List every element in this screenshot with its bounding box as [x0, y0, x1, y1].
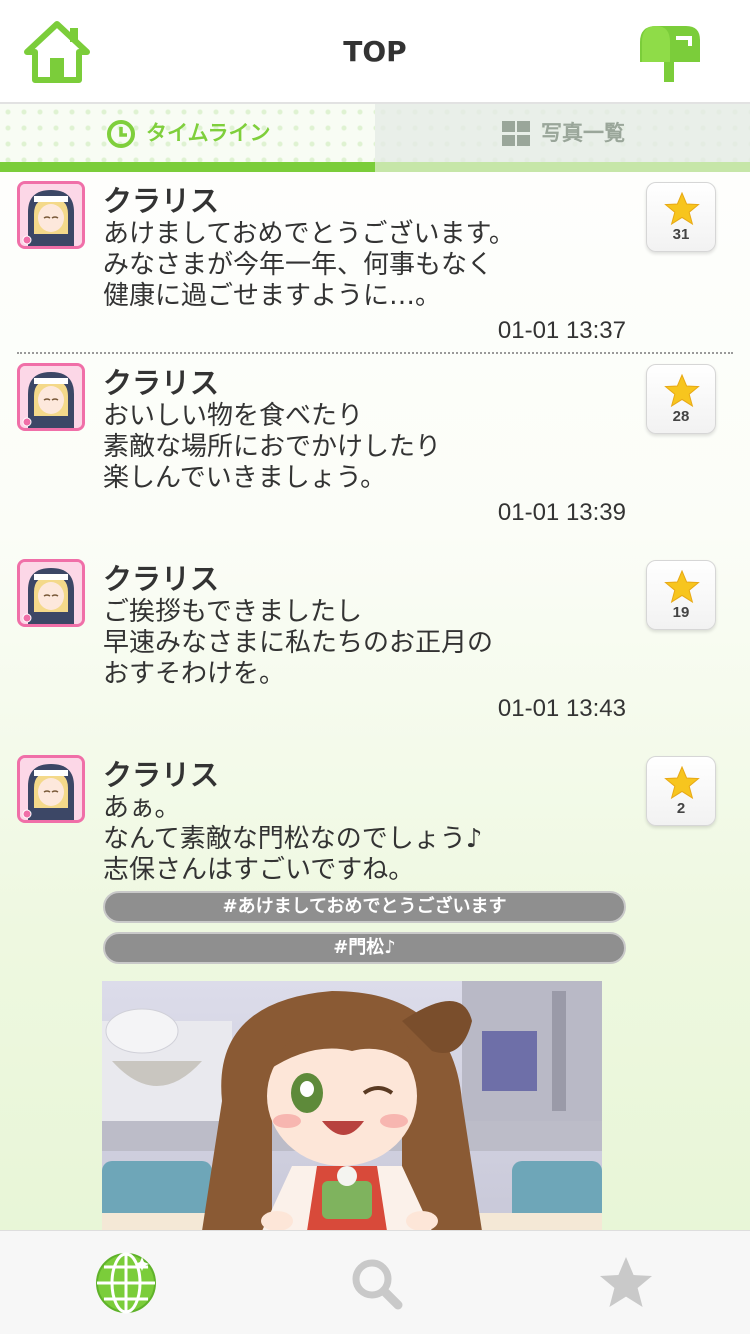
- bottom-navigation: [0, 1230, 750, 1334]
- post-timestamp: 01-01 13:43: [497, 695, 626, 722]
- post-text: あけましておめでとうございます。 みなさまが今年一年、何事もなく 健康に過ごせま…: [103, 219, 515, 311]
- star-icon: [600, 1257, 652, 1307]
- mailbox-icon: [640, 26, 700, 82]
- favorite-button[interactable]: 2: [646, 756, 716, 826]
- avatar[interactable]: [17, 559, 85, 627]
- post-username: クラリス: [103, 758, 220, 792]
- star-icon: [664, 192, 700, 226]
- post-timestamp: 01-01 13:39: [497, 499, 626, 526]
- tab-bar: タイムライン 写真一覧: [0, 104, 750, 172]
- avatar[interactable]: [17, 755, 85, 823]
- tab-indicator-active: [0, 162, 375, 172]
- grid-icon: [502, 121, 530, 146]
- post-photo[interactable]: [102, 981, 602, 1231]
- post-timestamp: 01-01 13:37: [497, 317, 626, 344]
- post-divider: [17, 352, 733, 354]
- search-icon: [352, 1259, 403, 1310]
- favorite-button[interactable]: 19: [646, 560, 716, 630]
- clock-icon: [107, 120, 135, 148]
- hashtag-button[interactable]: #門松♪: [103, 932, 626, 964]
- home-icon: [24, 21, 90, 83]
- favorite-count: 19: [672, 604, 690, 621]
- avatar[interactable]: [17, 363, 85, 431]
- favorite-button[interactable]: 28: [646, 364, 716, 434]
- star-icon: [664, 570, 700, 604]
- star-icon: [664, 766, 700, 800]
- post-username: クラリス: [103, 184, 220, 218]
- nav-favorites[interactable]: [594, 1251, 658, 1315]
- post-username: クラリス: [103, 366, 220, 400]
- tab-timeline-label: タイムライン: [146, 121, 271, 145]
- avatar-image: [20, 758, 82, 820]
- favorite-count: 2: [676, 800, 686, 817]
- nav-search[interactable]: [344, 1251, 408, 1315]
- post-text: おいしい物を食べたり 素敵な場所におでかけしたり 楽しんでいきましょう。: [103, 401, 442, 493]
- hashtag-button[interactable]: #あけましておめでとうございます: [103, 891, 626, 923]
- avatar-image: [20, 366, 82, 428]
- mailbox-button[interactable]: [636, 22, 702, 84]
- favorite-count: 28: [672, 408, 690, 425]
- post-photo-image: [102, 981, 602, 1231]
- post-username: クラリス: [103, 562, 220, 596]
- tab-indicator-inactive: [375, 162, 750, 172]
- post-text: あぁ。 なんて素敵な門松なのでしょう♪ 志保さんはすごいですね。: [103, 793, 483, 885]
- tab-photos[interactable]: 写真一覧: [375, 104, 750, 162]
- avatar[interactable]: [17, 181, 85, 249]
- favorite-button[interactable]: 31: [646, 182, 716, 252]
- home-button[interactable]: [24, 20, 90, 84]
- tab-timeline[interactable]: タイムライン: [0, 104, 375, 162]
- post-text: ご挨拶もできましたし 早速みなさまに私たちのお正月の おすそわけを。: [103, 597, 494, 689]
- star-icon: [664, 374, 700, 408]
- avatar-image: [20, 562, 82, 624]
- tab-photos-label: 写真一覧: [541, 121, 625, 145]
- header-bar: TOP: [0, 0, 750, 104]
- globe-icon: [96, 1252, 156, 1314]
- avatar-image: [20, 184, 82, 246]
- nav-globe[interactable]: [94, 1251, 158, 1315]
- favorite-count: 31: [672, 226, 690, 243]
